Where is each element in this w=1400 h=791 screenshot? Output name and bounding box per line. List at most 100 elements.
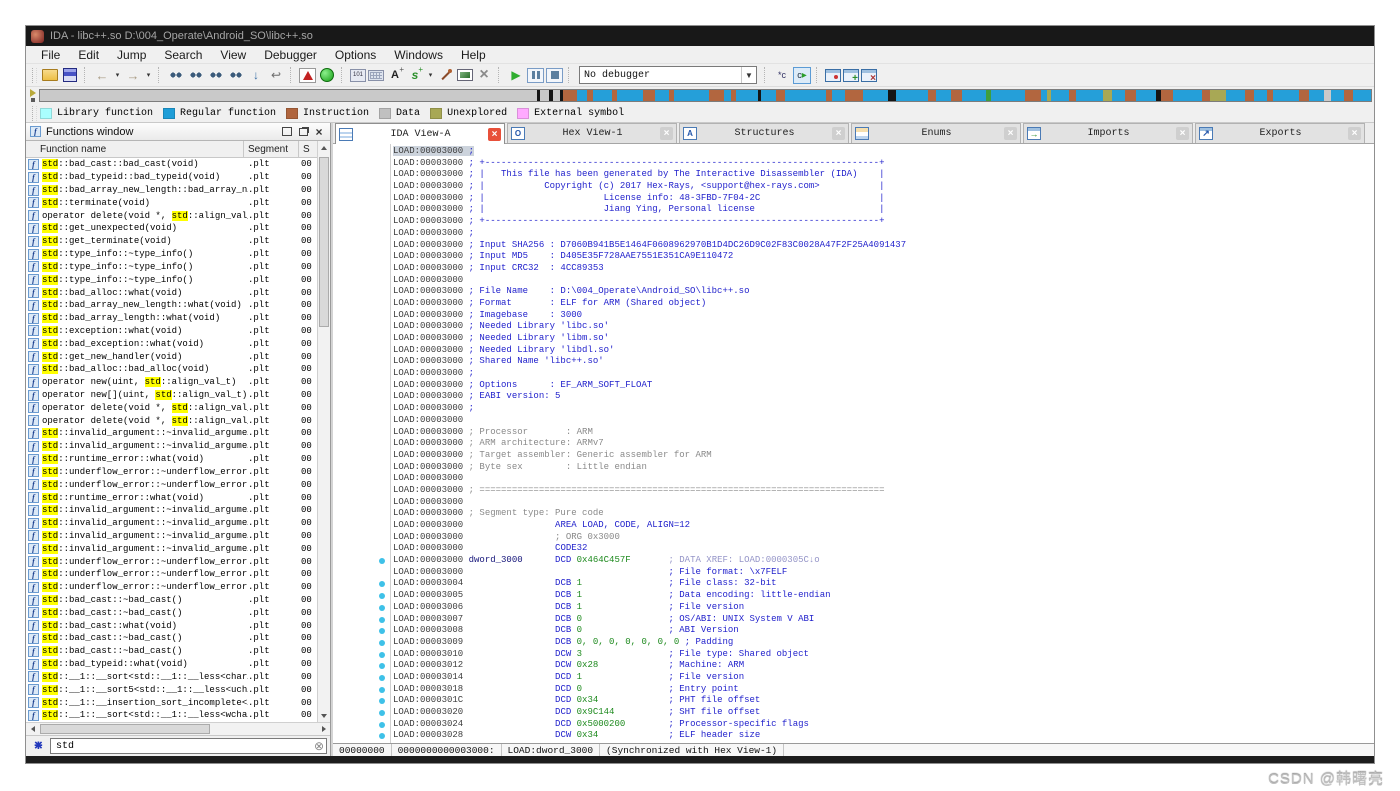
function-row[interactable]: fstd::underflow_error::~underflow_error(…	[26, 555, 317, 568]
function-row[interactable]: fstd::get_unexpected(void).plt00	[26, 222, 317, 235]
function-row[interactable]: fstd::bad_cast::~bad_cast().plt00	[26, 645, 317, 658]
function-row[interactable]: fstd::bad_exception::what(void).plt00	[26, 337, 317, 350]
problem-list-icon[interactable]	[299, 68, 316, 83]
function-row[interactable]: fstd::type_info::~type_info().plt00	[26, 261, 317, 274]
disasm-line[interactable]: LOAD:00003008 DCB 0 ; ABI Version	[333, 625, 1374, 637]
horizontal-scrollbar[interactable]	[26, 722, 330, 735]
tab-ida-view-a[interactable]: IDA View-A×	[335, 123, 505, 144]
navigation-band[interactable]	[39, 89, 1372, 102]
tab-close-icon[interactable]: ×	[832, 127, 845, 140]
breakpoint-pin-icon[interactable]	[437, 66, 455, 84]
script-dropdown-caret[interactable]	[426, 66, 435, 84]
disasm-line[interactable]: LOAD:00003000 ; | Jiang Ying, Personal l…	[333, 204, 1374, 216]
run-script-icon[interactable]	[406, 66, 424, 84]
function-row[interactable]: fstd::runtime_error::what(void).plt00	[26, 491, 317, 504]
disasm-line[interactable]: LOAD:00003000 ; Needed Library 'libm.so'	[333, 333, 1374, 345]
disasm-line[interactable]: LOAD:00003005 DCB 1 ; Data encoding: lit…	[333, 590, 1374, 602]
disasm-line[interactable]: LOAD:00003000 ; Options : EF_ARM_SOFT_FL…	[333, 380, 1374, 392]
disasm-line[interactable]: LOAD:00003000 ; Needed Library 'libc.so'	[333, 321, 1374, 333]
disassembly-view[interactable]: LOAD:00003000 ;LOAD:00003000 ; +--------…	[333, 144, 1374, 743]
shortcuts-icon[interactable]	[368, 70, 384, 81]
function-row[interactable]: fstd::type_info::~type_info().plt00	[26, 248, 317, 261]
delete-function-icon[interactable]	[475, 66, 493, 84]
menu-edit[interactable]: Edit	[69, 46, 108, 63]
disasm-line[interactable]: LOAD:00003000 ; Needed Library 'libdl.so…	[333, 345, 1374, 357]
close-window-icon[interactable]	[861, 69, 877, 82]
disasm-line[interactable]: LOAD:00003000 ; Byte sex : Little endian	[333, 462, 1374, 474]
function-row[interactable]: fstd::invalid_argument::~invalid_argume……	[26, 504, 317, 517]
disasm-line[interactable]: LOAD:00003028 DCW 0x34 ; ELF header size	[333, 730, 1374, 742]
hex-calc-icon[interactable]	[350, 69, 366, 82]
patch-program-icon[interactable]	[457, 69, 473, 81]
function-row[interactable]: foperator new[](uint, std::align_val_t).…	[26, 389, 317, 402]
function-row[interactable]: fstd::bad_typeid::bad_typeid(void).plt00	[26, 171, 317, 184]
disasm-line[interactable]: LOAD:00003010 DCW 3 ; File type: Shared …	[333, 649, 1374, 661]
legend-grip[interactable]	[32, 106, 37, 121]
function-row[interactable]: fstd::bad_array_length::what(void).plt00	[26, 312, 317, 325]
stop-process-icon[interactable]	[546, 68, 563, 83]
search-again-icon[interactable]	[227, 66, 245, 84]
menu-jump[interactable]: Jump	[108, 46, 155, 63]
disasm-line[interactable]: LOAD:00003000 ;	[333, 368, 1374, 380]
disasm-line[interactable]: LOAD:00003000 ; Input SHA256 : D7060B941…	[333, 240, 1374, 252]
column-header-segment[interactable]: Segment	[244, 141, 299, 157]
analysis-indicator-icon[interactable]	[318, 66, 336, 84]
tab-close-icon[interactable]: ×	[1004, 127, 1017, 140]
tab-close-icon[interactable]: ×	[1176, 127, 1189, 140]
disasm-line[interactable]: LOAD:00003000 CODE32	[333, 543, 1374, 555]
disasm-line[interactable]: LOAD:00003000 ; | License info: 48-3FBD-…	[333, 193, 1374, 205]
back-dropdown-caret[interactable]	[113, 66, 122, 84]
search-text-icon[interactable]	[187, 66, 205, 84]
function-row[interactable]: foperator new(uint, std::align_val_t).pl…	[26, 376, 317, 389]
function-row[interactable]: fstd::invalid_argument::~invalid_argume……	[26, 530, 317, 543]
navigate-back-icon[interactable]	[93, 66, 111, 84]
pause-process-icon[interactable]	[527, 68, 544, 83]
disasm-line[interactable]: LOAD:00003000 ; Input MD5 : D405E35F728A…	[333, 251, 1374, 263]
disasm-line[interactable]: LOAD:00003000 ; File Name : D:\004_Opera…	[333, 286, 1374, 298]
save-icon[interactable]	[61, 66, 79, 84]
function-row[interactable]: fstd::invalid_argument::~invalid_argume……	[26, 427, 317, 440]
jump-xref-icon[interactable]	[267, 66, 285, 84]
disasm-line[interactable]: LOAD:00003000 ; | This file has been gen…	[333, 169, 1374, 181]
tab-close-icon[interactable]: ×	[660, 127, 673, 140]
function-row[interactable]: fstd::get_new_handler(void).plt00	[26, 350, 317, 363]
function-row[interactable]: fstd::underflow_error::~underflow_error(…	[26, 466, 317, 479]
function-row[interactable]: foperator delete(void *, std::align_val_…	[26, 414, 317, 427]
panel-float-icon[interactable]	[296, 125, 310, 138]
disasm-line[interactable]: LOAD:00003000 ; EABI version: 5	[333, 391, 1374, 403]
scroll-up-icon[interactable]	[318, 141, 330, 154]
disasm-line[interactable]: LOAD:00003000 ; Imagebase : 3000	[333, 310, 1374, 322]
search-data-icon[interactable]	[167, 66, 185, 84]
tab-close-icon[interactable]: ×	[488, 128, 501, 141]
disasm-line[interactable]: LOAD:00003007 DCB 0 ; OS/ABI: UNIX Syste…	[333, 614, 1374, 626]
disasm-line[interactable]: LOAD:00003018 DCD 0 ; Entry point	[333, 684, 1374, 696]
function-row[interactable]: fstd::runtime_error::what(void).plt00	[26, 453, 317, 466]
function-row[interactable]: fstd::invalid_argument::~invalid_argume……	[26, 440, 317, 453]
disasm-line[interactable]: LOAD:00003000 ; Segment type: Pure code	[333, 508, 1374, 520]
function-row[interactable]: fstd::bad_typeid::what(void).plt00	[26, 658, 317, 671]
function-row[interactable]: fstd::underflow_error::~underflow_error(…	[26, 568, 317, 581]
scroll-down-icon[interactable]	[318, 709, 330, 722]
tab-exports[interactable]: Exports×	[1195, 123, 1365, 143]
column-header-start[interactable]: S	[299, 141, 317, 157]
function-row[interactable]: fstd::bad_cast::what(void).plt00	[26, 619, 317, 632]
attach-process-icon[interactable]	[773, 66, 791, 84]
column-header-function-name[interactable]: Function name	[26, 141, 244, 157]
vertical-scrollbar-thumb[interactable]	[319, 157, 329, 327]
tab-enums[interactable]: Enums×	[851, 123, 1021, 143]
tab-structures[interactable]: Structures×	[679, 123, 849, 143]
function-row[interactable]: fstd::underflow_error::~underflow_error(…	[26, 478, 317, 491]
function-row[interactable]: foperator delete(void *, std::align_val_…	[26, 209, 317, 222]
open-file-icon[interactable]	[41, 66, 59, 84]
disasm-line[interactable]: LOAD:00003000 ; ========================…	[333, 485, 1374, 497]
function-filter-input[interactable]	[50, 738, 327, 754]
function-row[interactable]: fstd::invalid_argument::~invalid_argume……	[26, 517, 317, 530]
panel-restore-icon[interactable]	[280, 125, 294, 138]
menu-windows[interactable]: Windows	[385, 46, 452, 63]
function-row[interactable]: fstd::__1::__sort<std::__1::__less<wcha……	[26, 709, 317, 722]
new-window-icon[interactable]	[843, 69, 859, 82]
disasm-line[interactable]: LOAD:00003000 ; File format: \x7FELF	[333, 567, 1374, 579]
disasm-line[interactable]: LOAD:00003024 DCD 0x5000200 ; Processor-…	[333, 719, 1374, 731]
function-row[interactable]: fstd::bad_cast::~bad_cast().plt00	[26, 594, 317, 607]
disasm-line[interactable]: LOAD:00003000 dword_3000 DCD 0x464C457F …	[333, 555, 1374, 567]
